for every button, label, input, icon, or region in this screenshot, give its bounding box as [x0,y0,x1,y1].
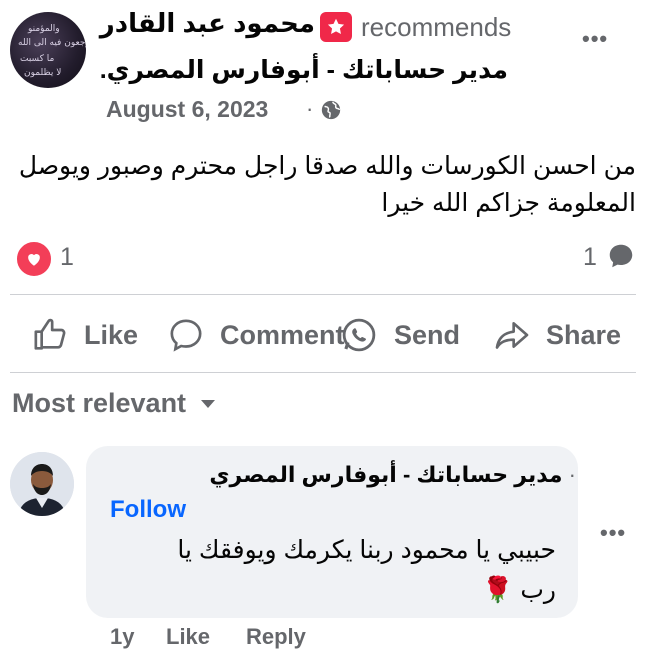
reaction-count[interactable]: 1 [60,243,74,272]
comment-sort-dropdown[interactable]: Most relevant [12,388,216,419]
divider [10,294,636,295]
author-name[interactable]: محمود عبد القادر [100,8,315,39]
thumbs-up-icon [34,318,66,350]
comment-body: حبيبي يا محمود ربنا يكرمك ويوفقك يا رب 🌹 [177,536,556,604]
comment-more-button[interactable]: ••• [600,520,626,546]
share-arrow-icon [495,322,529,349]
caret-down-icon [201,399,216,408]
recommend-star-icon [320,12,352,42]
post-date[interactable]: August 6, 2023 [106,96,268,123]
like-button[interactable]: Like [30,315,138,355]
author-avatar[interactable]: والمؤمنو يرجعون فيه الى الله ما كسبت لا … [10,12,86,88]
post-body: من احسن الكورسات والله صدقا راجل محترم و… [18,152,636,217]
recommended-page-name[interactable]: مدير حساباتك - أبوفارس المصري. [100,55,508,85]
commenter-name[interactable]: · مدير حساباتك - أبوفارس المصري [209,462,576,488]
recommends-label: recommends [361,12,512,42]
comment-bubble-icon [609,244,633,268]
share-label: Share [546,319,622,350]
whatsapp-icon [342,318,376,352]
send-button[interactable]: Send [338,315,460,355]
follow-button[interactable]: Follow [110,496,186,524]
post-more-button[interactable]: ••• [582,26,608,52]
date-separator: · [306,96,314,121]
send-label: Send [394,319,461,350]
commenter-separator: · [568,462,576,487]
like-label: Like [84,319,139,350]
commenter-avatar[interactable] [10,452,74,516]
comment-reply-button[interactable]: Reply [246,624,306,650]
comment-label: Comment [220,319,345,350]
comment-count[interactable]: 1 [583,243,597,272]
comment-button[interactable]: Comment [166,315,345,355]
comment-time[interactable]: 1y [110,624,134,650]
sort-label: Most relevant [12,388,187,418]
heart-icon[interactable] [15,240,53,278]
commenter-name-text: مدير حساباتك - أبوفارس المصري [209,462,563,487]
comment-icon [170,319,202,352]
globe-icon [321,100,341,120]
comment-like-button[interactable]: Like [166,624,210,650]
divider [10,372,636,373]
share-button[interactable]: Share [492,315,621,355]
